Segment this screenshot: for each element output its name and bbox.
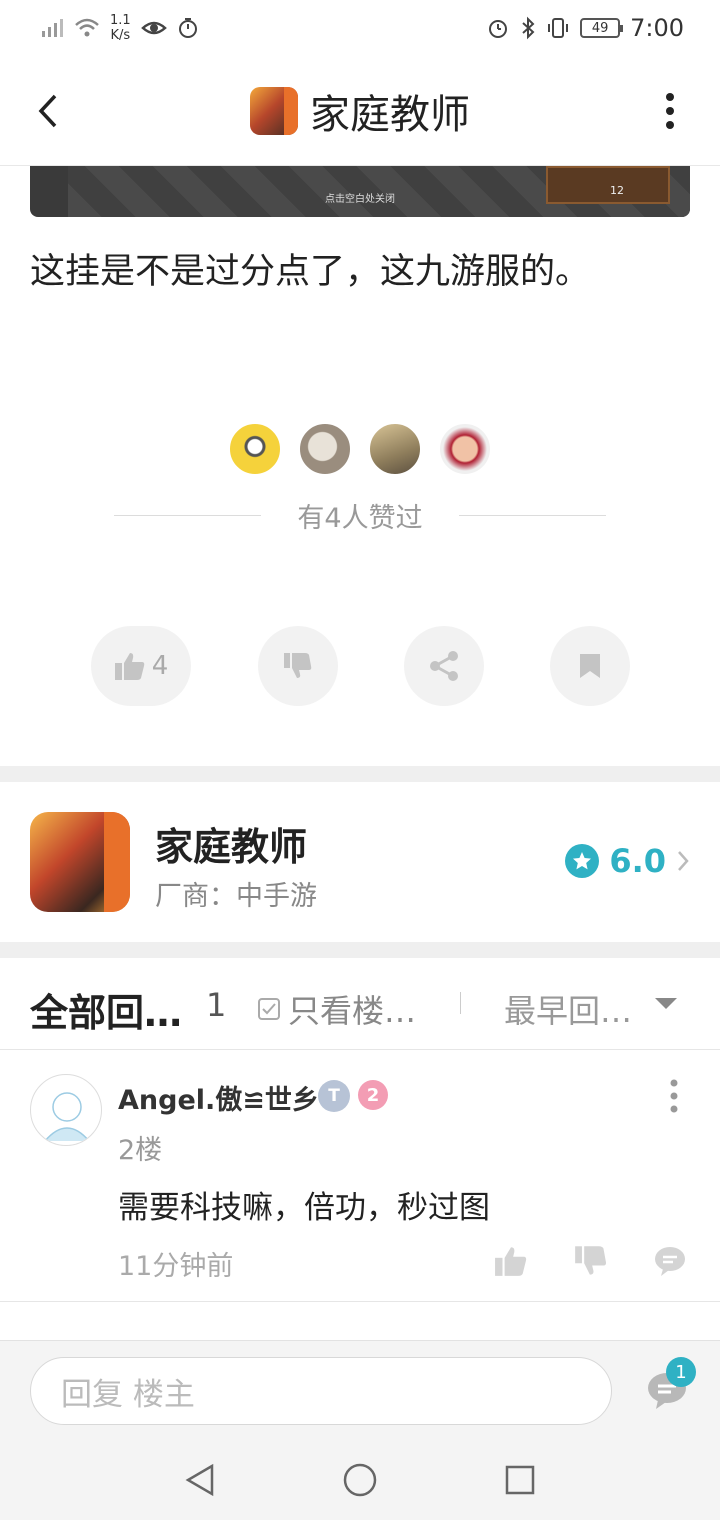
likers-row[interactable]	[0, 422, 720, 476]
thumb-up-icon[interactable]	[494, 1244, 528, 1278]
net-speed-unit: K/s	[110, 28, 131, 43]
avatar[interactable]	[368, 422, 422, 476]
page-title: 家庭教师	[310, 91, 470, 138]
status-left: 1.1 K/s	[40, 13, 199, 43]
clock: 7:00	[630, 14, 684, 42]
thumb-down-icon[interactable]	[574, 1244, 608, 1278]
nav-recents-button[interactable]	[500, 1460, 540, 1500]
bookmark-button[interactable]	[550, 626, 630, 706]
system-nav-bar	[0, 1440, 720, 1520]
triangle-back-icon	[185, 1463, 214, 1497]
image-thumb-count: 12	[610, 184, 624, 197]
thumb-down-icon	[284, 653, 312, 678]
comment-text: 需要科技嘛，倍功，秒过图	[118, 1190, 490, 1226]
post-image[interactable]: 点击空白处关闭 12	[30, 166, 690, 217]
section-divider	[0, 766, 720, 782]
like-button[interactable]: 4	[91, 626, 191, 706]
app-header: 家庭教师	[0, 56, 720, 166]
chevron-right-icon	[678, 851, 689, 871]
back-button[interactable]	[28, 86, 68, 136]
net-speed: 1.1 K/s	[110, 13, 131, 43]
replies-title: 全部回…	[30, 991, 183, 1035]
timer-icon	[178, 18, 197, 38]
game-rating[interactable]: 6.0	[565, 842, 690, 880]
battery-icon: 49	[580, 18, 624, 38]
signal-icon	[42, 19, 63, 37]
replies-count: 1	[206, 986, 227, 1024]
alarm-icon	[489, 20, 508, 38]
liked-by-text: 有4人赞过	[297, 503, 423, 534]
game-logo	[250, 86, 298, 135]
eye-icon	[140, 21, 167, 35]
divider	[114, 515, 262, 516]
star-icon	[565, 844, 600, 878]
comment-floor: 2楼	[118, 1135, 163, 1166]
status-bar: 1.1 K/s 49 7:00	[0, 0, 720, 56]
bluetooth-icon	[522, 16, 535, 40]
like-count: 4	[151, 651, 169, 681]
only-op-label: 只看楼…	[288, 992, 417, 1030]
dislike-button[interactable]	[258, 626, 338, 706]
caret-down-icon[interactable]	[655, 998, 677, 1009]
reply-bar: 回复 楼主 1	[0, 1340, 720, 1440]
only-op-toggle[interactable]: 只看楼…	[258, 986, 416, 1032]
game-card[interactable]: 家庭教师 厂商：中手游 6.0	[0, 782, 720, 942]
more-icon	[666, 93, 674, 129]
header-title-wrap: 家庭教师	[250, 82, 470, 140]
more-button[interactable]	[660, 86, 680, 136]
thumb-up-icon	[114, 653, 144, 680]
avatar[interactable]	[30, 1074, 102, 1146]
wifi-icon	[75, 18, 99, 37]
check-icon	[262, 1003, 276, 1015]
user-badge: T	[318, 1080, 350, 1112]
post-actions: 4	[0, 626, 720, 706]
sort-select[interactable]: 最早回…	[504, 986, 632, 1032]
liked-by-row: 有4人赞过	[114, 496, 606, 535]
share-icon	[430, 651, 458, 681]
reply-input[interactable]: 回复 楼主	[30, 1357, 612, 1425]
comment-item: Angel.傲≌世乡 T 2 2楼 需要科技嘛，倍功，秒过图 11分钟前	[0, 1050, 720, 1302]
nav-home-button[interactable]	[340, 1460, 380, 1500]
avatar[interactable]	[298, 422, 352, 476]
back-icon	[38, 94, 57, 128]
net-speed-value: 1.1	[110, 13, 131, 28]
square-recents-icon	[505, 1465, 535, 1495]
game-icon[interactable]	[30, 812, 130, 912]
comment-more-icon[interactable]	[668, 1078, 680, 1114]
replies-header: 全部回… 1 只看楼… 最早回…	[0, 958, 720, 1050]
share-button[interactable]	[404, 626, 484, 706]
comment-username[interactable]: Angel.傲≌世乡	[118, 1078, 319, 1117]
divider	[460, 992, 461, 1014]
game-name: 家庭教师	[155, 825, 308, 869]
section-divider	[0, 942, 720, 958]
vibrate-icon	[548, 18, 569, 38]
image-thumb: 12	[546, 166, 670, 204]
nav-back-button[interactable]	[180, 1460, 220, 1500]
avatar[interactable]	[438, 422, 492, 476]
post-text: 这挂是不是过分点了，这九游服的。	[30, 252, 591, 292]
comment-icon[interactable]	[653, 1244, 687, 1278]
comment-time: 11分钟前	[118, 1251, 234, 1282]
comments-badge: 1	[666, 1357, 696, 1387]
bookmark-icon	[580, 654, 600, 678]
divider	[458, 515, 606, 516]
status-right: 49 7:00	[486, 14, 684, 42]
level-badge: 2	[358, 1080, 388, 1110]
game-vendor: 厂商：中手游	[155, 881, 317, 912]
rating-value: 6.0	[609, 842, 666, 880]
only-op-checkbox[interactable]	[258, 998, 280, 1020]
avatar[interactable]	[228, 422, 282, 476]
circle-home-icon	[343, 1463, 377, 1497]
